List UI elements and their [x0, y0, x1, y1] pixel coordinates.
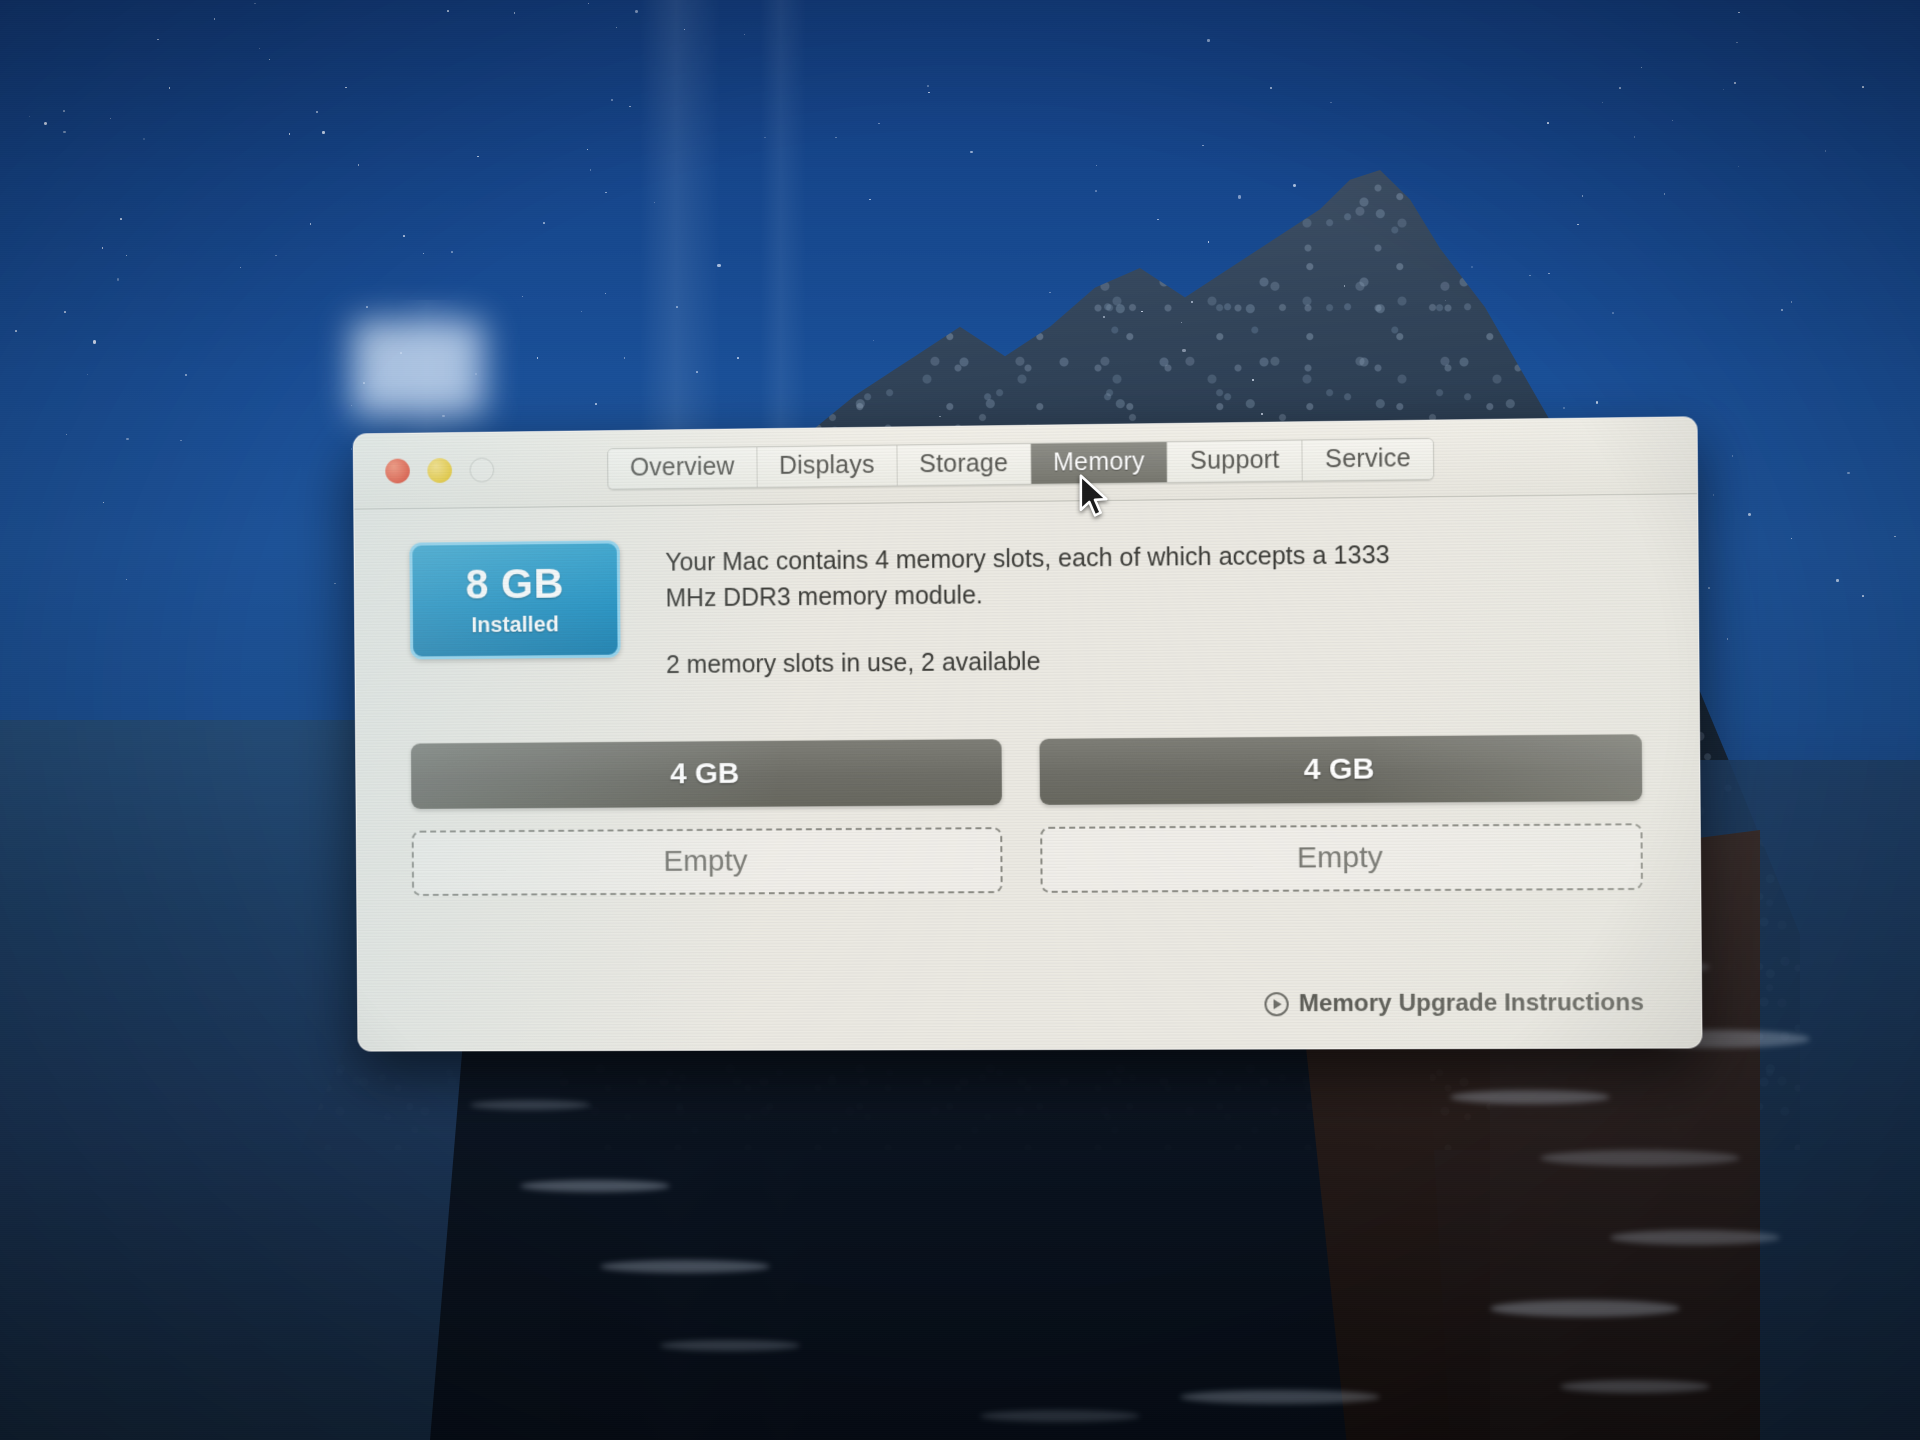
tab-memory[interactable]: Memory — [1031, 442, 1168, 484]
memory-slot-4[interactable]: Empty — [1040, 823, 1643, 893]
tab-service[interactable]: Service — [1303, 438, 1434, 480]
memory-slot-grid: 4 GB 4 GB Empty Empty — [411, 734, 1643, 896]
memory-slot-1[interactable]: 4 GB — [411, 739, 1002, 809]
memory-description: Your Mac contains 4 memory slots, each o… — [665, 532, 1427, 684]
tab-storage[interactable]: Storage — [897, 443, 1031, 485]
memory-summary-row: 8 GB Installed Your Mac contains 4 memor… — [409, 529, 1641, 686]
memory-slot-3[interactable]: Empty — [412, 827, 1003, 896]
tab-bar: Overview Displays Storage Memory Support… — [354, 434, 1697, 492]
installed-memory-status: Installed — [471, 612, 559, 639]
tab-group: Overview Displays Storage Memory Support… — [607, 437, 1434, 489]
memory-description-line-1: Your Mac contains 4 memory slots, each o… — [665, 538, 1426, 617]
installed-memory-badge: 8 GB Installed — [409, 540, 620, 659]
memory-description-line-2: 2 memory slots in use, 2 available — [666, 641, 1427, 683]
installed-memory-amount: 8 GB — [465, 562, 564, 607]
memory-upgrade-link[interactable]: Memory Upgrade Instructions — [1264, 989, 1644, 1018]
memory-slot-2[interactable]: 4 GB — [1039, 734, 1642, 805]
memory-upgrade-link-label: Memory Upgrade Instructions — [1299, 989, 1644, 1018]
memory-panel: 8 GB Installed Your Mac contains 4 memor… — [354, 494, 1701, 1050]
tab-support[interactable]: Support — [1168, 440, 1303, 482]
about-this-mac-window: Overview Displays Storage Memory Support… — [353, 416, 1703, 1051]
circle-arrow-right-icon — [1264, 992, 1288, 1016]
tab-displays[interactable]: Displays — [757, 445, 897, 487]
tab-overview[interactable]: Overview — [608, 447, 757, 489]
